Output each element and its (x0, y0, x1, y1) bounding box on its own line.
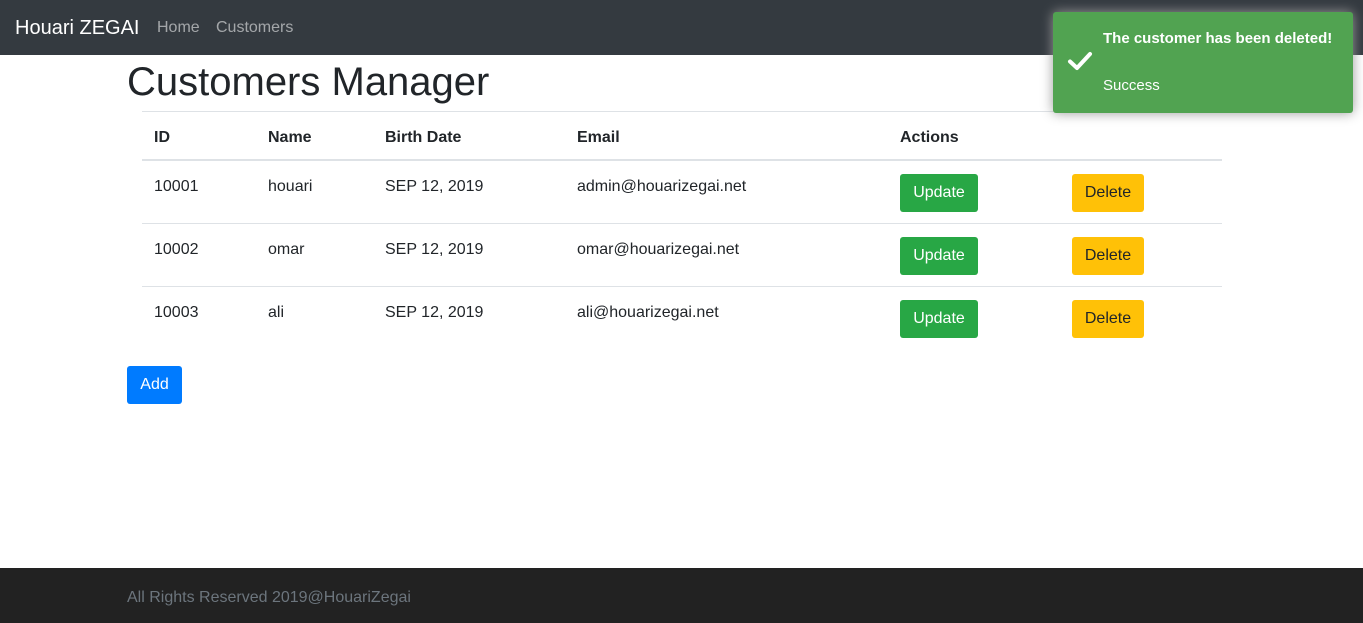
success-toast[interactable]: The customer has been deleted! Success (1053, 12, 1353, 113)
page-title: Customers Manager (127, 60, 490, 104)
table-row: 10003 ali SEP 12, 2019 ali@houarizegai.n… (142, 287, 1222, 350)
header-email: Email (577, 129, 620, 146)
cell-birth-date: SEP 12, 2019 (385, 241, 484, 258)
toast-message: Success (1103, 77, 1160, 94)
navbar-brand[interactable]: Houari ZEGAI (15, 15, 139, 41)
cell-birth-date: SEP 12, 2019 (385, 304, 484, 321)
cell-email: omar@houarizegai.net (577, 241, 740, 258)
delete-button[interactable]: Delete (1072, 174, 1144, 212)
footer-text: All Rights Reserved 2019@HouariZegai (127, 589, 411, 606)
header-actions: Actions (900, 129, 959, 146)
update-button[interactable]: Update (900, 174, 978, 212)
table-header: ID Name Birth Date Email Actions (142, 112, 1222, 161)
nav-link-customers[interactable]: Customers (216, 17, 293, 39)
table-row: 10001 houari SEP 12, 2019 admin@houarize… (142, 161, 1222, 224)
cell-name: houari (268, 178, 313, 195)
cell-email: ali@houarizegai.net (577, 304, 719, 321)
cell-birth-date: SEP 12, 2019 (385, 178, 484, 195)
cell-name: ali (268, 304, 285, 321)
header-id: ID (154, 129, 170, 146)
toast-title: The customer has been deleted! (1103, 30, 1333, 47)
delete-button[interactable]: Delete (1072, 237, 1144, 275)
header-name: Name (268, 129, 312, 146)
cell-id: 10003 (154, 304, 199, 321)
update-button[interactable]: Update (900, 300, 978, 338)
footer: All Rights Reserved 2019@HouariZegai (0, 568, 1363, 623)
cell-name: omar (268, 241, 305, 258)
add-button[interactable]: Add (127, 366, 182, 404)
update-button[interactable]: Update (900, 237, 978, 275)
delete-button[interactable]: Delete (1072, 300, 1144, 338)
checkmark-icon (1068, 52, 1092, 70)
cell-email: admin@houarizegai.net (577, 178, 747, 195)
nav-link-home[interactable]: Home (157, 17, 200, 39)
table-row: 10002 omar SEP 12, 2019 omar@houarizegai… (142, 224, 1222, 287)
header-birth-date: Birth Date (385, 129, 462, 146)
cell-id: 10002 (154, 241, 199, 258)
cell-id: 10001 (154, 178, 199, 195)
